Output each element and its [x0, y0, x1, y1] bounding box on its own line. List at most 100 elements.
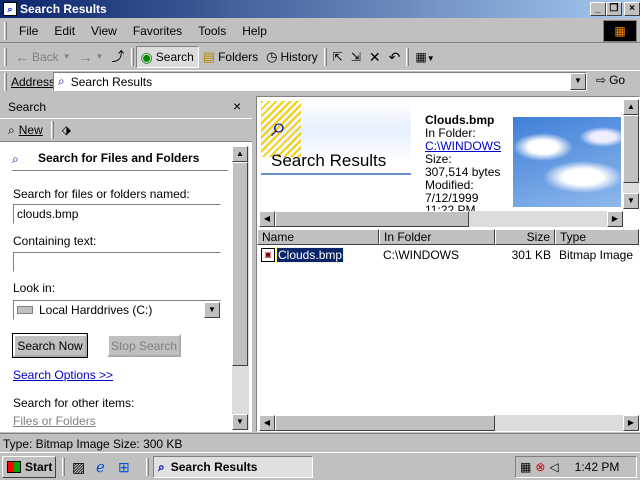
taskbar-grip: [146, 458, 149, 476]
stop-search-button: Stop Search: [107, 334, 181, 357]
bitmap-file-icon: ▣: [261, 248, 275, 262]
up-folder-icon: ⤴: [111, 49, 125, 64]
move-to-button[interactable]: ⇱: [329, 46, 347, 68]
heading-divider: [12, 170, 228, 171]
new-search-button[interactable]: ⌕ New: [8, 123, 43, 138]
quicklaunch-grip: [62, 458, 65, 476]
forward-arrow-icon: →: [78, 49, 93, 65]
internet-explorer-icon[interactable]: ℯ: [96, 458, 105, 476]
containing-input[interactable]: [13, 252, 221, 272]
preview-in-folder-label: In Folder:: [425, 126, 476, 140]
volume-tray-icon[interactable]: ◁: [549, 460, 558, 474]
views-button[interactable]: ▦▼: [411, 46, 438, 68]
preview-hscroll-thumb[interactable]: [275, 211, 469, 227]
task-label: Search Results: [170, 460, 258, 474]
preview-scroll-down[interactable]: ▼: [623, 193, 639, 209]
preview-hscrollbar[interactable]: ◀ ▶: [259, 211, 623, 227]
list-scroll-left[interactable]: ◀: [259, 415, 275, 431]
preview-folder-link[interactable]: C:\WINDOWS: [425, 139, 501, 153]
preview-scroll-right[interactable]: ▶: [607, 211, 623, 227]
history-icon: ◷: [266, 49, 278, 64]
menu-favorites[interactable]: Favorites: [125, 21, 190, 41]
list-hscrollbar[interactable]: ◀ ▶: [259, 415, 639, 431]
search-label: Search: [155, 50, 194, 64]
standard-toolbar: ← Back ▼ → ▼ ⤴ ◉ Search ▤ Folders ◷ History ⇱ …: [0, 44, 640, 70]
delete-icon: ✕: [368, 49, 381, 65]
search-pane-header: Search ×: [0, 96, 252, 118]
back-arrow-icon: ←: [15, 49, 29, 65]
start-button[interactable]: Start: [2, 456, 56, 478]
preview-title: Search Results: [271, 151, 387, 170]
channels-icon[interactable]: ⊞: [118, 459, 130, 476]
up-folder-button[interactable]: ⤴: [108, 46, 129, 68]
menu-view[interactable]: View: [83, 21, 125, 41]
list-header: Name In Folder Size Type: [257, 229, 640, 245]
minimize-button[interactable]: _: [590, 2, 606, 16]
new-search-label: New: [18, 123, 43, 137]
search-assistant-icon[interactable]: ⬗: [62, 123, 71, 137]
title-bar[interactable]: ⌕ Search Results _ ❐ ×: [0, 0, 640, 18]
windows-logo-icon: ▦: [603, 20, 637, 42]
preview-scroll-left[interactable]: ◀: [259, 211, 275, 227]
search-button[interactable]: ◉ Search: [135, 46, 199, 68]
toolbar-separator-3: [406, 48, 410, 66]
list-hscroll-thumb[interactable]: [275, 415, 495, 431]
back-button[interactable]: ← Back ▼: [11, 46, 75, 68]
toolbar-grip: [4, 48, 7, 66]
menu-file[interactable]: File: [11, 21, 46, 41]
address-grip: [4, 72, 7, 91]
col-in-folder[interactable]: In Folder: [379, 229, 495, 245]
menu-edit[interactable]: Edit: [46, 21, 83, 41]
undo-button[interactable]: ↶: [385, 46, 405, 68]
files-folders-link[interactable]: Files or Folders: [13, 414, 96, 428]
scroll-up-button[interactable]: ▲: [232, 146, 248, 162]
address-dropdown-button[interactable]: ▼: [570, 73, 586, 90]
show-desktop-icon[interactable]: ▨: [72, 459, 85, 476]
copy-to-icon: ⇲: [350, 50, 361, 64]
search-pane-scrollbar[interactable]: ▲ ▼: [232, 146, 249, 430]
clock[interactable]: 1:42 PM: [575, 460, 620, 474]
scroll-down-button[interactable]: ▼: [232, 414, 248, 430]
scheduler-tray-icon[interactable]: ⊗: [535, 460, 545, 474]
menu-tools[interactable]: Tools: [190, 21, 234, 41]
search-pane-close-icon[interactable]: ×: [233, 98, 241, 114]
move-to-icon: ⇱: [332, 50, 343, 64]
preview-vscrollbar[interactable]: ▲ ▼: [623, 99, 639, 209]
address-value: Search Results: [70, 74, 153, 89]
col-type[interactable]: Type: [555, 229, 639, 245]
folders-button[interactable]: ▤ Folders: [199, 46, 262, 68]
globe-search-icon: ◉: [140, 49, 153, 65]
network-tray-icon[interactable]: ▦: [520, 460, 531, 474]
address-input[interactable]: ⌕ Search Results ▼: [53, 72, 587, 91]
search-pane-toolbar: ⌕ New ⬗: [0, 118, 252, 142]
results-pane: ⌕ Search Results Clouds.bmp In Folder: C…: [256, 96, 640, 432]
delete-button[interactable]: ✕: [365, 46, 385, 68]
new-search-icon: ⌕: [8, 122, 15, 137]
undo-icon: ↶: [388, 49, 401, 65]
named-input[interactable]: clouds.bmp: [13, 204, 221, 224]
forward-button[interactable]: → ▼: [75, 46, 108, 68]
task-search-results[interactable]: ⌕ Search Results: [153, 456, 313, 478]
history-label: History: [280, 50, 318, 64]
copy-to-button[interactable]: ⇲: [347, 46, 365, 68]
address-label: Address: [11, 74, 56, 89]
col-name[interactable]: Name: [257, 229, 379, 245]
windows-flag-icon: [7, 461, 21, 473]
maximize-button[interactable]: ❐: [606, 2, 622, 16]
system-tray: ▦ ⊗ ◁ 1:42 PM: [515, 456, 637, 478]
lookin-dropdown-button[interactable]: ▼: [204, 302, 220, 318]
search-now-button[interactable]: Search Now: [12, 333, 88, 358]
close-button[interactable]: ×: [624, 2, 640, 16]
history-button[interactable]: ◷ History: [262, 46, 322, 68]
menu-help[interactable]: Help: [234, 21, 275, 41]
scroll-thumb[interactable]: [232, 162, 248, 366]
list-scroll-right[interactable]: ▶: [623, 415, 639, 431]
table-row[interactable]: ▣ Clouds.bmp C:\WINDOWS 301 KB Bitmap Im…: [257, 247, 640, 263]
col-size[interactable]: Size: [495, 229, 555, 245]
preview-scroll-thumb[interactable]: [623, 115, 639, 183]
search-options-link[interactable]: Search Options >>: [13, 368, 113, 382]
go-button[interactable]: ⇨ Go: [596, 73, 625, 87]
search-toolbar-separator: [50, 121, 54, 139]
lookin-select[interactable]: Local Harddrives (C:) ▼: [13, 300, 221, 320]
preview-scroll-up[interactable]: ▲: [623, 99, 639, 115]
